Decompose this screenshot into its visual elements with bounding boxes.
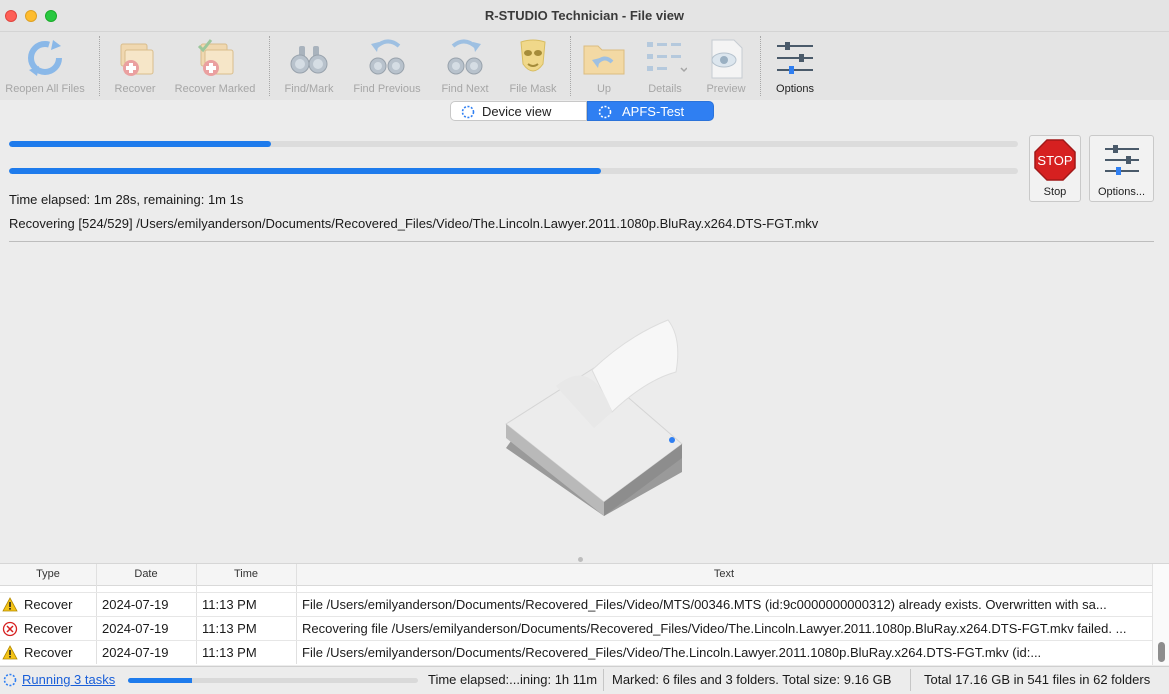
stop-button[interactable]: STOP Stop	[1029, 135, 1081, 202]
status-progress-bar	[128, 678, 418, 683]
spinner-icon	[3, 673, 17, 687]
progress-bar-total	[9, 168, 1018, 174]
find-previous-button[interactable]: Find Previous	[350, 32, 424, 100]
recovering-path-text: Recovering [524/529] /Users/emilyanderso…	[9, 216, 819, 231]
options-toolbar-button[interactable]: Options	[772, 32, 818, 100]
spinner-icon	[598, 105, 612, 119]
up-button[interactable]: Up	[582, 32, 626, 100]
reopen-all-files-button[interactable]: Reopen All Files	[0, 32, 90, 100]
column-header-time[interactable]: Time	[196, 568, 296, 580]
recover-icon	[120, 43, 154, 76]
status-total: Total 17.16 GB in 541 files in 62 folder…	[924, 672, 1151, 687]
status-bar: Running 3 tasks Time elapsed:...ining: 1…	[0, 666, 1169, 694]
log-scrollbar-thumb[interactable]	[1158, 642, 1165, 662]
warning-icon	[2, 645, 18, 660]
tab-device-view[interactable]: Device view	[450, 101, 587, 121]
stop-sign-icon: STOP	[1034, 139, 1076, 181]
preview-icon	[711, 39, 743, 79]
details-button[interactable]: Details	[640, 32, 690, 100]
column-header-type[interactable]: Type	[0, 568, 96, 580]
column-header-text[interactable]: Text	[296, 568, 1152, 580]
recover-marked-button[interactable]: Recover Marked	[170, 32, 260, 100]
column-header-date[interactable]: Date	[96, 568, 196, 580]
drive-recovery-illustration	[505, 319, 683, 516]
details-icon	[647, 42, 687, 73]
recover-button[interactable]: Recover	[110, 32, 160, 100]
sliders-icon	[1104, 145, 1139, 175]
sliders-icon	[777, 42, 813, 74]
error-icon	[2, 621, 18, 637]
warning-icon	[2, 597, 18, 612]
running-tasks-link[interactable]: Running 3 tasks	[22, 672, 115, 687]
progress-bar-total-fill	[9, 168, 602, 174]
log-scrollbar[interactable]	[1152, 564, 1169, 665]
svg-text:STOP: STOP	[1037, 153, 1072, 168]
mask-icon	[520, 39, 546, 72]
tab-apfs-test[interactable]: APFS-Test	[587, 101, 714, 121]
status-progress-fill	[128, 678, 192, 683]
progress-bar-current-fill	[9, 141, 272, 147]
folder-up-icon	[583, 45, 625, 75]
log-row[interactable]: Recover 2024-07-19 11:13 PM File /Users/…	[0, 592, 1152, 616]
status-marked: Marked: 6 files and 3 folders. Total siz…	[612, 672, 892, 687]
find-previous-icon	[369, 39, 405, 75]
find-mark-button[interactable]: Find/Mark	[280, 32, 338, 100]
status-time-elapsed: Time elapsed:...ining: 1h 11m	[428, 672, 598, 687]
find-next-button[interactable]: Find Next	[436, 32, 494, 100]
recover-marked-icon	[197, 39, 234, 76]
divider	[9, 241, 1154, 242]
spinner-icon	[461, 105, 475, 119]
title-bar: R-STUDIO Technician - File view	[0, 0, 1169, 32]
preview-button[interactable]: Preview	[700, 32, 752, 100]
window-title: R-STUDIO Technician - File view	[484, 8, 685, 23]
reopen-icon	[28, 40, 62, 76]
find-next-icon	[447, 39, 483, 75]
binoculars-icon	[290, 46, 328, 74]
log-row[interactable]: Recover 2024-07-19 11:13 PM Recovering f…	[0, 616, 1152, 640]
file-mask-button[interactable]: File Mask	[506, 32, 560, 100]
log-table: Type Date Time Text Recover 2024-07-19 1…	[0, 563, 1169, 665]
toolbar: Reopen All Files Recover Recover Marked	[0, 32, 1169, 100]
log-header: Type Date Time Text	[0, 564, 1152, 586]
splitter-handle[interactable]	[578, 557, 583, 562]
time-elapsed-text: Time elapsed: 1m 28s, remaining: 1m 1s	[9, 192, 244, 207]
options-button[interactable]: Options...	[1089, 135, 1154, 202]
progress-bar-current	[9, 141, 1018, 147]
log-row[interactable]: Recover 2024-07-19 11:13 PM File /Users/…	[0, 640, 1152, 664]
